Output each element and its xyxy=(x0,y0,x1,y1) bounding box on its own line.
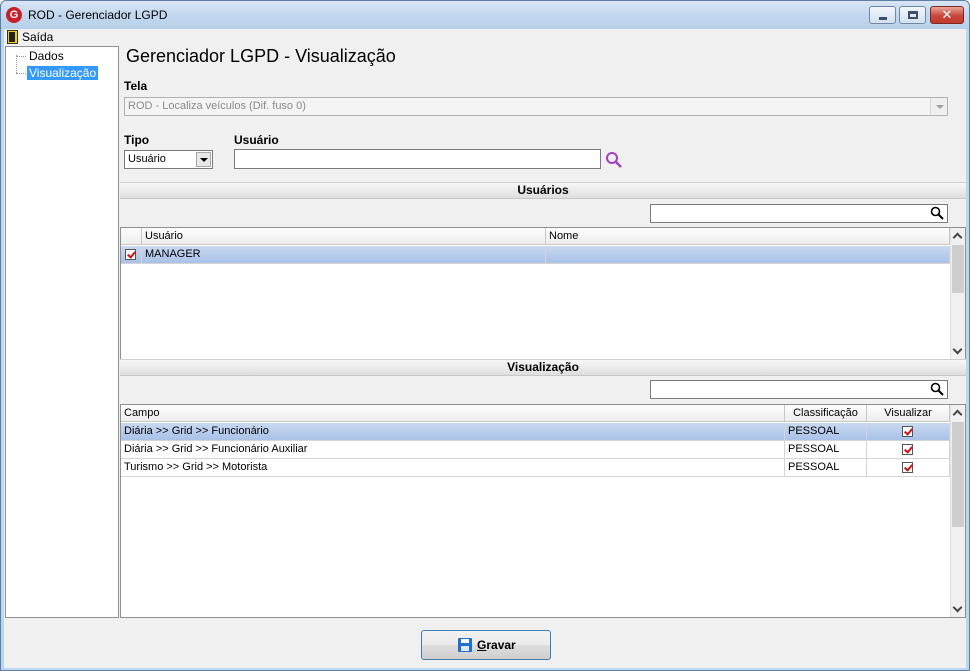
usuario-input[interactable] xyxy=(234,149,601,169)
scroll-thumb[interactable] xyxy=(952,245,964,293)
row-check-cell[interactable] xyxy=(121,246,142,263)
cell-classificacao: PESSOAL xyxy=(785,441,867,458)
column-header-visualizar[interactable]: Visualizar xyxy=(867,405,950,422)
search-icon[interactable] xyxy=(930,382,944,396)
maximize-button[interactable] xyxy=(899,6,926,24)
tipo-label: Tipo xyxy=(124,133,150,147)
checkbox[interactable] xyxy=(902,462,913,473)
scroll-thumb[interactable] xyxy=(952,422,964,527)
gravar-label-rest: ravar xyxy=(486,638,516,652)
title-bar[interactable]: G ROD - Gerenciador LGPD ✕ xyxy=(1,1,969,29)
cell-usuario: MANAGER xyxy=(142,246,546,263)
cell-classificacao: PESSOAL xyxy=(785,459,867,476)
column-header-check[interactable] xyxy=(121,228,142,245)
app-logo-icon[interactable]: G xyxy=(6,7,22,23)
menu-bar: Saída xyxy=(4,29,966,45)
save-disk-icon xyxy=(458,638,472,652)
vertical-scrollbar[interactable] xyxy=(950,228,965,359)
close-icon: ✕ xyxy=(941,7,953,22)
scroll-down-icon[interactable] xyxy=(951,342,965,359)
maximize-icon xyxy=(908,11,918,19)
tree-connector xyxy=(16,56,26,57)
tela-label: Tela xyxy=(124,79,148,93)
table-header: Usuário Nome xyxy=(121,228,950,245)
menu-item-saida[interactable]: Saída xyxy=(22,30,53,44)
table-row[interactable]: Diária >> Grid >> Funcionário PESSOAL xyxy=(121,423,950,441)
usuarios-section-header: Usuários xyxy=(120,182,966,199)
table-row[interactable]: MANAGER xyxy=(121,246,950,264)
visualizacao-table: Campo Classificação Visualizar Diária >>… xyxy=(120,404,966,618)
page-title: Gerenciador LGPD - Visualização xyxy=(126,46,396,66)
exit-door-icon[interactable] xyxy=(7,30,18,44)
search-icon[interactable] xyxy=(930,206,944,220)
table-header: Campo Classificação Visualizar xyxy=(121,405,950,422)
column-header-usuario[interactable]: Usuário xyxy=(142,228,546,245)
chevron-down-icon[interactable] xyxy=(196,152,211,167)
column-header-nome[interactable]: Nome xyxy=(546,228,950,245)
minimize-icon xyxy=(879,17,887,20)
column-header-campo[interactable]: Campo xyxy=(121,405,785,422)
tree-connector xyxy=(16,73,26,74)
visualizacao-filter-input[interactable] xyxy=(650,380,948,399)
usuarios-table: Usuário Nome MANAGER xyxy=(120,227,966,360)
checkbox[interactable] xyxy=(125,249,136,260)
client-area: Saída Dados Visualização Gerenciador LGP… xyxy=(4,29,966,668)
cell-nome xyxy=(546,246,950,263)
scroll-up-icon[interactable] xyxy=(951,228,965,245)
table-row[interactable]: Diária >> Grid >> Funcionário Auxiliar P… xyxy=(121,441,950,459)
tree-item-visualizacao[interactable]: Visualização xyxy=(27,66,99,80)
gravar-button[interactable]: Gravar xyxy=(421,630,551,660)
window-title: ROD - Gerenciador LGPD xyxy=(28,8,168,22)
cell-classificacao: PESSOAL xyxy=(785,423,867,440)
tipo-select-value: Usuário xyxy=(128,153,166,165)
table-row[interactable]: Turismo >> Grid >> Motorista PESSOAL xyxy=(121,459,950,477)
gravar-accelerator: G xyxy=(477,638,487,652)
usuario-label: Usuário xyxy=(234,133,279,147)
navigation-tree: Dados Visualização xyxy=(5,46,119,618)
chevron-down-icon[interactable] xyxy=(930,98,947,115)
minimize-button[interactable] xyxy=(869,6,896,24)
cell-visualizar[interactable] xyxy=(867,423,950,440)
column-header-classificacao[interactable]: Classificação xyxy=(785,405,867,422)
cell-campo: Diária >> Grid >> Funcionário xyxy=(121,423,785,440)
tree-item-dados[interactable]: Dados xyxy=(27,49,66,63)
visualizacao-section-header: Visualização xyxy=(120,359,966,376)
cell-campo: Turismo >> Grid >> Motorista xyxy=(121,459,785,476)
tree-connector xyxy=(16,55,17,73)
scroll-up-icon[interactable] xyxy=(951,405,965,422)
main-window: G ROD - Gerenciador LGPD ✕ Saída Dados V… xyxy=(0,0,970,671)
usuarios-filter-input[interactable] xyxy=(650,204,948,223)
tela-select-value: ROD - Localiza veículos (Dif. fuso 0) xyxy=(128,100,306,112)
scroll-down-icon[interactable] xyxy=(951,600,965,617)
vertical-scrollbar[interactable] xyxy=(950,405,965,617)
cell-visualizar[interactable] xyxy=(867,459,950,476)
search-icon[interactable] xyxy=(605,151,623,169)
checkbox[interactable] xyxy=(902,426,913,437)
checkbox[interactable] xyxy=(902,444,913,455)
tipo-select[interactable]: Usuário xyxy=(124,150,213,169)
tela-select[interactable]: ROD - Localiza veículos (Dif. fuso 0) xyxy=(124,97,948,116)
cell-campo: Diária >> Grid >> Funcionário Auxiliar xyxy=(121,441,785,458)
gravar-label: Gravar xyxy=(477,638,516,652)
close-button[interactable]: ✕ xyxy=(930,6,964,24)
cell-visualizar[interactable] xyxy=(867,441,950,458)
